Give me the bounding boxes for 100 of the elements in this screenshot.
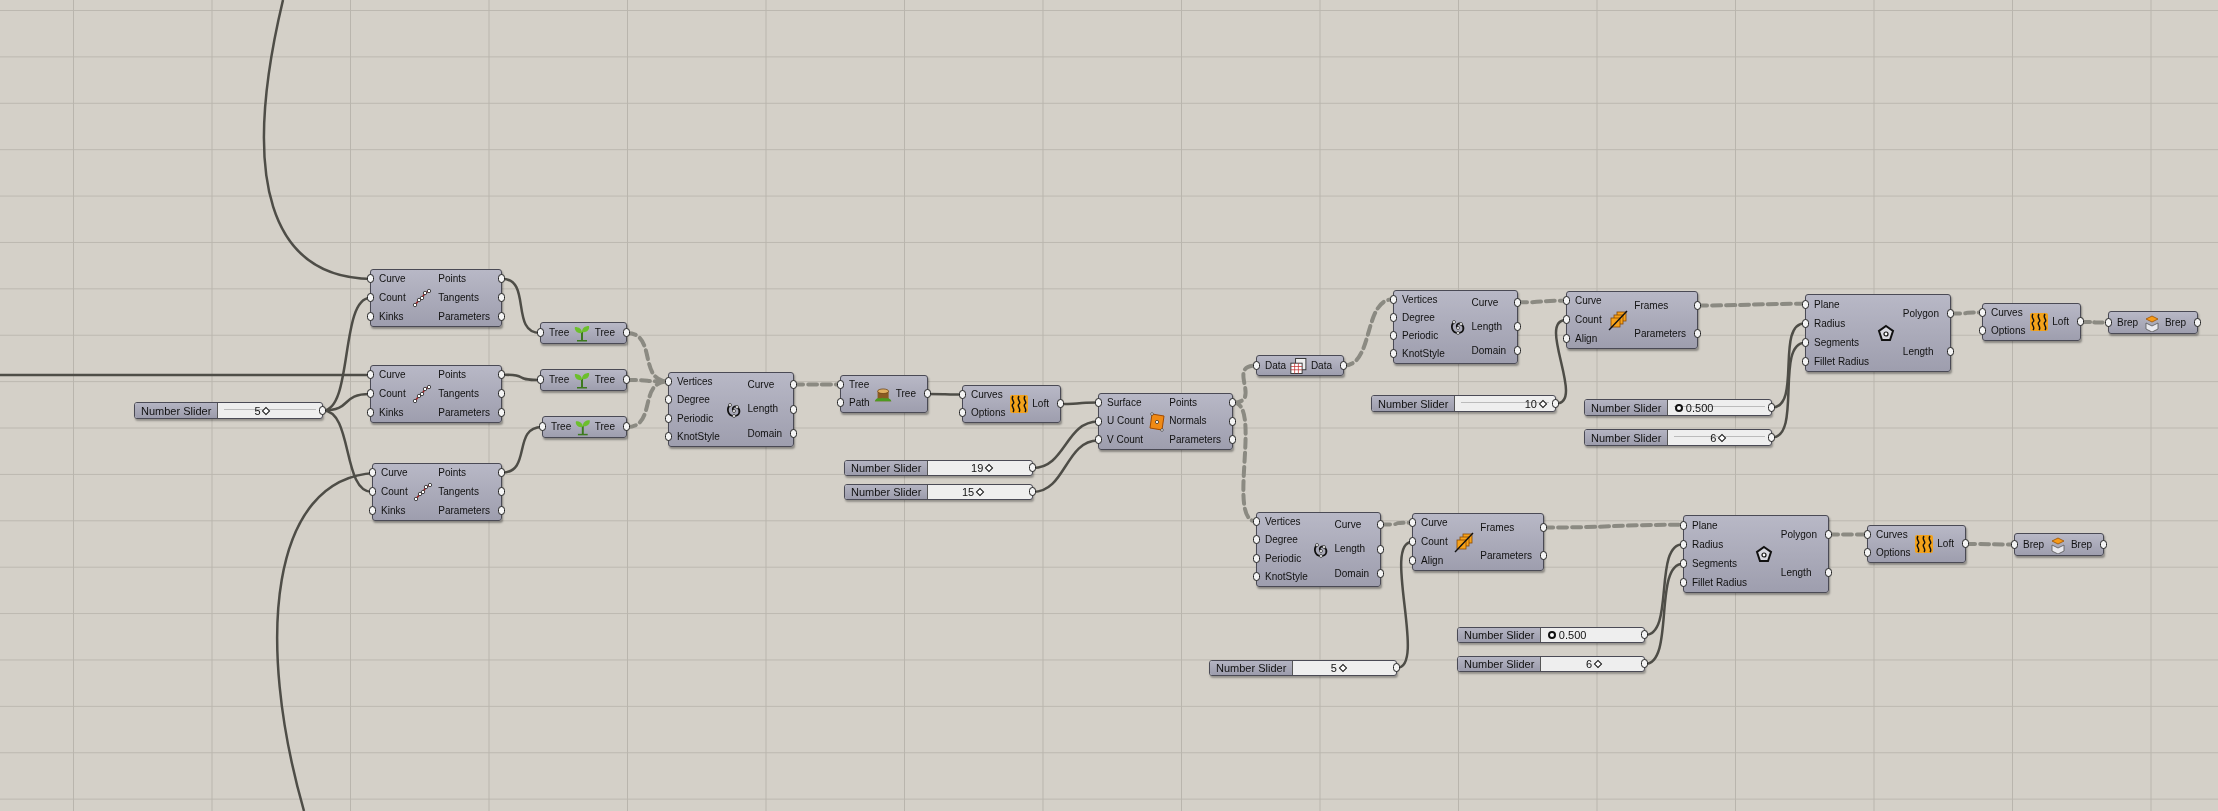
component-node[interactable]: Curve Count Kinks Points Tangents Parameters (372, 463, 502, 521)
output-port[interactable] (1540, 551, 1547, 560)
input-label: U Count (1107, 415, 1144, 428)
output-label: Tree (594, 421, 615, 433)
component-node[interactable]: Vertices Degree Periodic KnotStyle Curve Length Domain (668, 372, 794, 447)
output-port[interactable] (1029, 463, 1036, 472)
output-label: Parameters (1480, 550, 1532, 562)
component-node[interactable]: Curve Count Align Frames Parameters (1566, 291, 1698, 349)
output-port[interactable] (1768, 432, 1775, 442)
output-label: Domain (1471, 345, 1506, 357)
component-node[interactable]: Curves Options Loft (1982, 303, 2081, 341)
component-node[interactable]: Curve Count Kinks Points Tangents Parameters (370, 269, 502, 327)
slider-thumb[interactable] (262, 406, 271, 415)
output-port[interactable] (2100, 539, 2107, 549)
output-port[interactable] (2194, 317, 2201, 327)
component-node[interactable]: Curves Options Loft (1867, 525, 1966, 563)
input-port[interactable] (539, 422, 546, 431)
output-port[interactable] (1641, 659, 1648, 668)
component-node[interactable]: Curve Count Kinks Points Tangents Parameters (370, 365, 502, 423)
number-slider[interactable]: Number Slider 6 (1584, 429, 1772, 446)
component-node[interactable]: Curve Count Align Frames Parameters (1412, 513, 1544, 571)
number-slider[interactable]: Number Slider 15 (844, 484, 1033, 500)
number-slider[interactable]: Number Slider 5 (134, 402, 323, 419)
input-port[interactable] (1253, 360, 1260, 370)
output-port[interactable] (1962, 539, 1969, 548)
output-label: Parameters (1169, 433, 1221, 446)
input-port[interactable] (2105, 317, 2112, 327)
component-node[interactable]: Plane Radius Segments Fillet Radius Polygon Length (1805, 294, 1951, 372)
output-label: Brep (2164, 316, 2186, 329)
output-port[interactable] (1641, 630, 1648, 639)
output-port[interactable] (1029, 487, 1036, 496)
output-label: Points (1169, 397, 1198, 410)
output-port[interactable] (1552, 398, 1559, 408)
output-label: Parameters (438, 504, 490, 517)
output-port[interactable] (1377, 520, 1384, 530)
output-port[interactable] (623, 422, 630, 431)
output-port[interactable] (623, 328, 630, 337)
output-port[interactable] (1377, 544, 1384, 554)
component-node[interactable]: Vertices Degree Periodic KnotStyle Curve Length Domain (1256, 512, 1381, 587)
output-port[interactable] (1514, 298, 1521, 307)
input-label: Count (379, 292, 406, 304)
output-port[interactable] (1514, 346, 1521, 355)
number-slider[interactable]: Number Slider 0.500 (1584, 399, 1772, 416)
number-slider[interactable]: Number Slider 6 (1457, 656, 1645, 672)
input-label: Periodic (1402, 330, 1439, 342)
slider-track[interactable]: 6 (1674, 430, 1765, 445)
output-port[interactable] (1694, 329, 1701, 338)
component-node[interactable]: Vertices Degree Periodic KnotStyle Curve Length Domain (1393, 290, 1518, 364)
input-port[interactable] (2011, 539, 2018, 549)
component-node[interactable]: Brep Brep (2014, 533, 2104, 556)
slider-track[interactable]: 10 (1461, 396, 1549, 411)
output-label: Length (1780, 567, 1812, 579)
slider-thumb[interactable] (1674, 403, 1683, 412)
output-port[interactable] (790, 380, 797, 390)
output-port[interactable] (790, 428, 797, 438)
output-label: Tangents (438, 486, 479, 498)
input-port[interactable] (537, 328, 544, 337)
box-icon (2142, 313, 2161, 332)
output-port[interactable] (1825, 530, 1832, 539)
number-slider[interactable]: Number Slider 0.500 (1457, 627, 1645, 643)
output-port[interactable] (1540, 523, 1547, 532)
input-label: Path (849, 397, 870, 409)
pentagon-icon (1754, 545, 1773, 563)
slider-value: 15 (961, 486, 975, 498)
component-node[interactable]: Plane Radius Segments Fillet Radius Polygon Length (1683, 515, 1829, 593)
output-port[interactable] (1393, 663, 1400, 672)
output-port[interactable] (1377, 568, 1384, 578)
output-port[interactable] (790, 404, 797, 414)
number-slider[interactable]: Number Slider 19 (844, 460, 1033, 476)
output-port[interactable] (924, 389, 931, 398)
output-port[interactable] (1947, 309, 1954, 318)
slider-thumb[interactable] (1547, 631, 1556, 639)
number-slider[interactable]: Number Slider 5 (1209, 660, 1397, 676)
component-node[interactable]: Tree Path Tree (840, 375, 928, 413)
number-slider[interactable]: Number Slider 10 (1371, 395, 1556, 412)
output-port[interactable] (1514, 322, 1521, 331)
input-label: Curves (1991, 307, 2023, 319)
component-node[interactable]: Tree Tree (542, 416, 627, 438)
input-label: Kinks (381, 504, 406, 517)
component-node[interactable]: Brep Brep (2108, 311, 2198, 334)
sprout-icon (573, 324, 591, 342)
output-port[interactable] (623, 375, 630, 384)
output-port[interactable] (1768, 402, 1775, 412)
output-port[interactable] (1694, 301, 1701, 310)
output-port[interactable] (1825, 568, 1832, 577)
slider-label: Number Slider (1585, 430, 1669, 445)
component-node[interactable]: Curves Options Loft (962, 385, 1061, 423)
output-port[interactable] (319, 405, 326, 415)
component-node[interactable]: Tree Tree (540, 369, 627, 391)
output-port[interactable] (2077, 317, 2084, 326)
input-port[interactable] (537, 375, 544, 384)
slider-label: Number Slider (1372, 396, 1456, 411)
component-node[interactable]: Tree Tree (540, 322, 627, 344)
output-port[interactable] (1340, 360, 1347, 370)
component-node[interactable]: Surface U Count V Count Points Normals Parameters (1098, 393, 1233, 450)
slider-label: Number Slider (1585, 400, 1669, 415)
output-port[interactable] (1947, 347, 1954, 356)
component-node[interactable]: Data Data (1256, 355, 1344, 376)
slider-track[interactable]: 5 (224, 403, 316, 418)
output-port[interactable] (1057, 399, 1064, 408)
